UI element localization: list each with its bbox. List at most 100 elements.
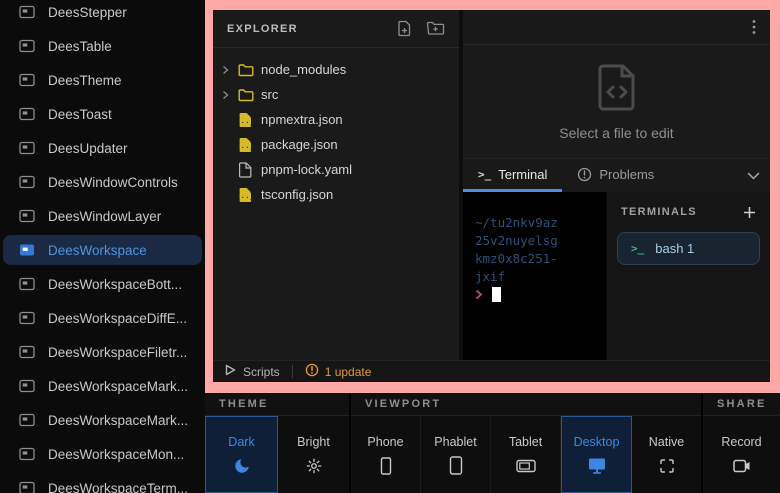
statusbar-divider: [292, 365, 293, 378]
sidebar-item-label: DeesWorkspaceMark...: [48, 379, 188, 394]
sidebar-item-deestoast[interactable]: DeesToast: [3, 99, 202, 129]
json-file-icon: {..}: [238, 187, 254, 203]
section-buttons: Record: [703, 416, 780, 493]
button-label: Bright: [297, 435, 330, 449]
sidebar-item-label: DeesWorkspaceMon...: [48, 447, 184, 462]
sidebar-item-deesstepper[interactable]: DeesStepper: [3, 0, 202, 27]
window-icon: [19, 209, 35, 223]
section-title: SHARE: [703, 393, 780, 416]
sidebar-item-deesworkspacemark[interactable]: DeesWorkspaceMark...: [3, 371, 202, 401]
phablet-button[interactable]: Phablet: [421, 416, 491, 493]
sidebar-item-label: DeesWorkspaceFiletr...: [48, 345, 187, 360]
sidebar-item-deeswindowlayer[interactable]: DeesWindowLayer: [3, 201, 202, 231]
button-label: Phone: [367, 435, 403, 449]
window-icon: [19, 73, 35, 87]
terminal-session-bash-1[interactable]: >_ bash 1: [617, 232, 760, 265]
window-icon: [19, 447, 35, 461]
record-button[interactable]: Record: [703, 416, 780, 493]
terminal-line: ~/tu2nkv9az: [475, 214, 606, 232]
terminals-title: TERMINALS: [621, 206, 697, 218]
chevron-right-icon: [222, 90, 235, 100]
sidebar-item-label: DeesWindowControls: [48, 175, 178, 190]
terminal-output[interactable]: ~/tu2nkv9az25v2nuyelsgkmz0x8c251-jxif: [463, 192, 606, 360]
editor-tabstrip: [463, 10, 770, 45]
panel-tabbar: >_TerminalProblems: [463, 158, 770, 192]
sidebar-item-deesworkspacebott[interactable]: DeesWorkspaceBott...: [3, 269, 202, 299]
editor-column: Select a file to edit >_TerminalProblems…: [463, 10, 770, 360]
native-button[interactable]: Native: [632, 416, 701, 493]
sidebar-item-deesworkspacemon[interactable]: DeesWorkspaceMon...: [3, 439, 202, 469]
new-file-icon[interactable]: [396, 20, 413, 37]
workspace-main: EXPLORER node_modulessrc{..}npmextra.jso…: [213, 10, 770, 360]
update-badge[interactable]: 1 update: [305, 363, 372, 380]
window-icon: [19, 379, 35, 393]
terminal-cursor: [492, 287, 501, 302]
problems-icon: [577, 167, 592, 182]
folder-icon: [238, 63, 254, 77]
sidebar-item-label: DeesToast: [48, 107, 112, 122]
tree-item-node-modules[interactable]: node_modules: [213, 57, 459, 82]
bright-button[interactable]: Bright: [278, 416, 349, 493]
button-label: Desktop: [574, 435, 620, 449]
prompt-chevron-icon: [475, 289, 483, 300]
tree-item-pnpm-lock-yaml[interactable]: pnpm-lock.yaml: [213, 157, 459, 182]
tab-terminal[interactable]: >_Terminal: [463, 159, 562, 192]
sidebar-item-deesworkspacemark[interactable]: DeesWorkspaceMark...: [3, 405, 202, 435]
tablet-button[interactable]: Tablet: [491, 416, 561, 493]
kebab-icon[interactable]: [752, 19, 756, 35]
record-icon: [733, 457, 751, 475]
sidebar-item-label: DeesWorkspaceDiffE...: [48, 311, 187, 326]
explorer-panel: EXPLORER node_modulessrc{..}npmextra.jso…: [213, 10, 463, 360]
code-file-icon: [595, 63, 639, 116]
sidebar-item-label: DeesUpdater: [48, 141, 128, 156]
phone-button[interactable]: Phone: [351, 416, 421, 493]
tree-item-tsconfig-json[interactable]: {..}tsconfig.json: [213, 182, 459, 207]
terminal-icon: >_: [631, 242, 644, 255]
terminal-session-label: bash 1: [655, 241, 694, 256]
button-label: Native: [649, 435, 684, 449]
editor-empty-state: Select a file to edit: [463, 45, 770, 158]
plus-icon[interactable]: [743, 206, 756, 219]
folder-icon: [238, 88, 254, 102]
tab-problems[interactable]: Problems: [562, 159, 669, 192]
moon-icon: [233, 457, 251, 475]
terminals-header: TERMINALS: [617, 192, 760, 232]
terminal-icon: >_: [478, 168, 491, 181]
terminals-panel: TERMINALS >_ bash 1: [606, 192, 770, 360]
dees-workspace: EXPLORER node_modulessrc{..}npmextra.jso…: [213, 10, 770, 382]
button-label: Record: [721, 435, 761, 449]
update-label: 1 update: [325, 365, 372, 379]
sidebar-item-deesupdater[interactable]: DeesUpdater: [3, 133, 202, 163]
sidebar-item-deesworkspace[interactable]: DeesWorkspace: [3, 235, 202, 265]
sidebar-item-deestheme[interactable]: DeesTheme: [3, 65, 202, 95]
sidebar-item-deesworkspacediffe[interactable]: DeesWorkspaceDiffE...: [3, 303, 202, 333]
sun-icon: [306, 457, 322, 475]
chevron-down-icon[interactable]: [747, 159, 760, 192]
native-icon: [659, 457, 675, 475]
sidebar-item-deesworkspacefiletr[interactable]: DeesWorkspaceFiletr...: [3, 337, 202, 367]
new-folder-icon[interactable]: [426, 20, 445, 37]
controls-section-viewport: VIEWPORTPhonePhabletTabletDesktopNative: [351, 393, 701, 493]
window-icon: [19, 175, 35, 189]
dark-button[interactable]: Dark: [205, 416, 278, 493]
window-icon: [19, 345, 35, 359]
scripts-button[interactable]: Scripts: [225, 364, 280, 379]
sidebar-item-label: DeesWorkspace: [48, 243, 147, 258]
tree-item-package-json[interactable]: {..}package.json: [213, 132, 459, 157]
tree-item-npmextra-json[interactable]: {..}npmextra.json: [213, 107, 459, 132]
tree-item-src[interactable]: src: [213, 82, 459, 107]
workspace-statusbar: Scripts 1 update: [213, 360, 770, 382]
window-icon: [19, 5, 35, 19]
button-label: Phablet: [434, 435, 476, 449]
json-file-icon: {..}: [238, 137, 254, 153]
section-buttons: Dark Bright: [205, 416, 349, 493]
sidebar-item-deestable[interactable]: DeesTable: [3, 31, 202, 61]
desktop-button[interactable]: Desktop: [561, 416, 632, 493]
sidebar-item-deeswindowcontrols[interactable]: DeesWindowControls: [3, 167, 202, 197]
window-icon: [19, 243, 35, 257]
sidebar-item-deesworkspaceterm[interactable]: DeesWorkspaceTerm...: [3, 473, 202, 493]
window-icon: [19, 107, 35, 121]
sidebar-item-label: DeesStepper: [48, 5, 127, 20]
terminals-list: >_ bash 1: [617, 232, 760, 265]
window-icon: [19, 413, 35, 427]
